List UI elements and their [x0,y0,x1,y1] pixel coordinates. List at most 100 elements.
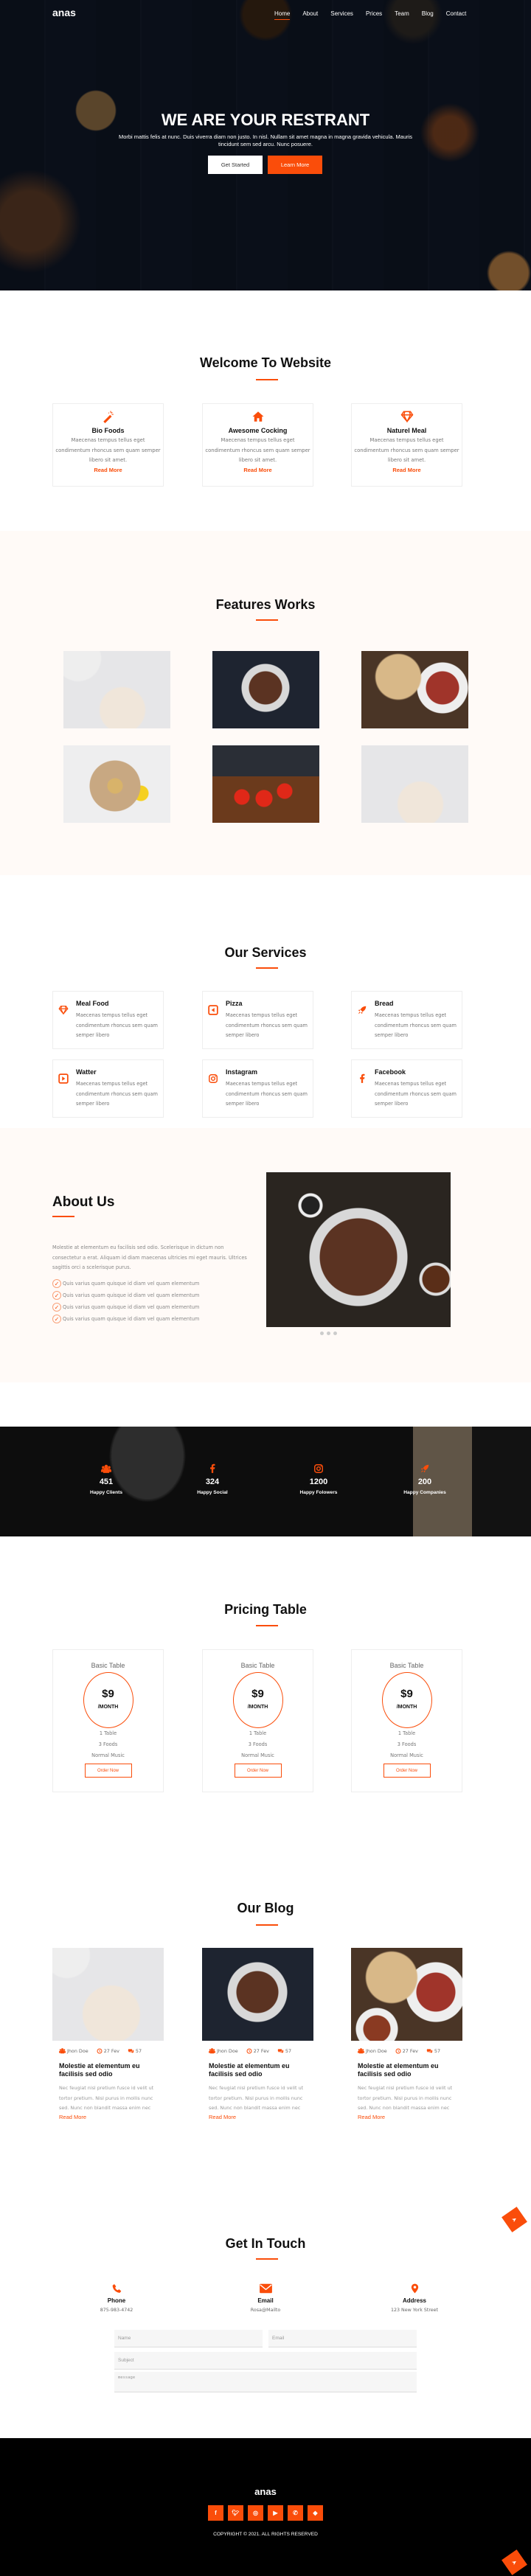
checklist-item: ✓ Quis varius quam quisque id diam vel qu… [52,1289,199,1301]
contact-title-underline [256,2258,278,2260]
welcome-card: Awesome Cocking Maecenas tempus tellus e… [202,403,313,487]
plan-period: /MONTH [247,1705,268,1710]
plan-feature: 3 Foods [248,1741,268,1747]
plan-name: Basic Table [91,1662,125,1669]
post-title[interactable]: Molestie at elementum eu facilisis sed o… [358,2062,457,2078]
pricing-card: Basic Table $9 /MONTH 1 Table 3 Foods No… [202,1649,313,1792]
rocket-icon [357,1005,367,1015]
card-title: Awesome Cocking [228,427,288,434]
welcome-title: Welcome To Website [199,355,332,370]
carousel-dot[interactable] [327,1331,330,1335]
contact-value[interactable]: Rosa@Mailto [229,2308,302,2313]
features-title-underline [256,619,278,621]
gallery-image[interactable] [212,651,319,728]
user-icon [358,2047,364,2054]
post-title[interactable]: Molestie at elementum eu facilisis sed o… [59,2062,159,2078]
youtube-icon[interactable]: ▶ [268,2505,283,2521]
footer-logo[interactable]: anas [0,2486,531,2497]
read-more-link[interactable]: Read More [209,2114,313,2120]
carousel-dots [320,1331,337,1335]
user-icon [59,2047,66,2054]
welcome-title-underline [256,379,278,380]
blog-image[interactable] [202,1948,313,2041]
nav-home[interactable]: Home [274,10,291,20]
read-more-link[interactable]: Read More [358,2114,462,2120]
price-circle: $9 /MONTH [83,1672,133,1728]
gallery-image[interactable] [63,745,170,823]
name-input[interactable]: Name [114,2330,263,2347]
stat-value: 200 [417,1477,432,1486]
footer: anas f 🐦︎ ◎ ▶ ✆ ◆ COPYRIGHT © 2021. ALL … [0,2438,531,2576]
instagram-icon[interactable]: ◎ [248,2505,263,2521]
contact-label: Phone [107,2297,126,2304]
contact-title: Get In Touch [225,2236,306,2251]
floating-action-button[interactable]: ➤ [502,2207,527,2232]
post-meta: Jhon Doe 27 Fev 57 [59,2047,164,2054]
diamond-icon[interactable]: ◆ [308,2505,323,2521]
contact-label: Email [257,2297,274,2304]
nav-team[interactable]: Team [395,10,409,20]
welcome-card: Bio Foods Maecenas tempus tellus eget co… [52,403,164,487]
stat-value: 451 [99,1477,114,1486]
stat-item: 451 Happy Clients [69,1463,143,1495]
nav-contact[interactable]: Contact [446,10,467,20]
whatsapp-icon[interactable]: ✆ [288,2505,303,2521]
checklist-item: ✓ Quis varius quam quisque id diam vel qu… [52,1301,199,1313]
service-text: Maecenas tempus tellus eget condimentum … [76,1012,158,1038]
check-icon: ✓ [52,1303,61,1312]
about-title-underline [52,1216,74,1217]
blog-image[interactable] [52,1948,164,2041]
site-logo[interactable]: anas [52,7,76,18]
mail-icon [260,2283,272,2294]
subject-input[interactable]: Subject [114,2352,417,2370]
nav-prices[interactable]: Prices [366,10,382,20]
blog-image[interactable] [351,1948,462,2041]
facebook-icon [357,1073,367,1084]
copyright: COPYRIGHT © 2021. ALL RIGHTS RESERVED [213,2532,318,2537]
post-excerpt: Nec feugiat nisl pretium fusce id velit … [358,2085,453,2111]
nav-blog[interactable]: Blog [422,10,434,20]
service-text: Maecenas tempus tellus eget condimentum … [226,1081,308,1107]
stat-label: Happy Companies [403,1490,446,1495]
check-icon: ✓ [52,1315,61,1323]
read-more-link[interactable]: Read More [352,467,462,473]
get-started-button[interactable]: Get Started [208,156,263,174]
checklist-item: ✓ Quis varius quam quisque id diam vel qu… [52,1313,199,1325]
blog-post: Jhon Doe 27 Fev 57 Molestie at elementum… [202,1948,313,2120]
order-now-button[interactable]: Order Now [234,1764,282,1778]
facebook-icon[interactable]: f [208,2505,223,2521]
plan-feature: 1 Table [398,1730,416,1736]
gallery-image[interactable] [212,745,319,823]
gallery-image[interactable] [361,745,468,823]
comments-icon [128,2048,134,2054]
pricing-card: Basic Table $9 /MONTH 1 Table 3 Foods No… [52,1649,164,1792]
read-more-link[interactable]: Read More [53,467,163,473]
carousel-dot[interactable] [333,1331,337,1335]
nav-services[interactable]: Services [330,10,353,20]
order-now-button[interactable]: Order Now [383,1764,431,1778]
card-title: Bio Foods [91,427,125,434]
social-links: f 🐦︎ ◎ ▶ ✆ ◆ [208,2505,323,2521]
service-title: Instagram [226,1068,258,1076]
clock-icon [97,2048,103,2054]
post-title[interactable]: Molestie at elementum eu facilisis sed o… [209,2062,308,2078]
carousel-dot[interactable] [320,1331,324,1335]
contact-value[interactable]: 875-983-4742 [80,2308,153,2313]
about-carousel-image[interactable] [266,1172,451,1327]
stat-label: Happy Social [197,1490,228,1495]
service-card: Meal Food Maecenas tempus tellus eget co… [52,991,164,1049]
twitter-icon[interactable]: 🐦︎ [228,2505,243,2521]
gallery-image[interactable] [63,651,170,728]
read-more-link[interactable]: Read More [59,2114,164,2120]
message-textarea[interactable]: message [114,2372,417,2392]
learn-more-button[interactable]: Learn More [268,156,322,174]
checklist-item: ✓ Quis varius quam quisque id diam vel qu… [52,1278,199,1289]
post-excerpt: Nec feugiat nisl pretium fusce id velit … [209,2085,304,2111]
instagram-icon [208,1073,218,1084]
email-input[interactable]: Email [268,2330,417,2347]
nav-about[interactable]: About [302,10,318,20]
read-more-link[interactable]: Read More [203,467,313,473]
gallery-image[interactable] [361,651,468,728]
order-now-button[interactable]: Order Now [84,1764,132,1778]
about-checklist: ✓ Quis varius quam quisque id diam vel qu… [52,1278,199,1325]
